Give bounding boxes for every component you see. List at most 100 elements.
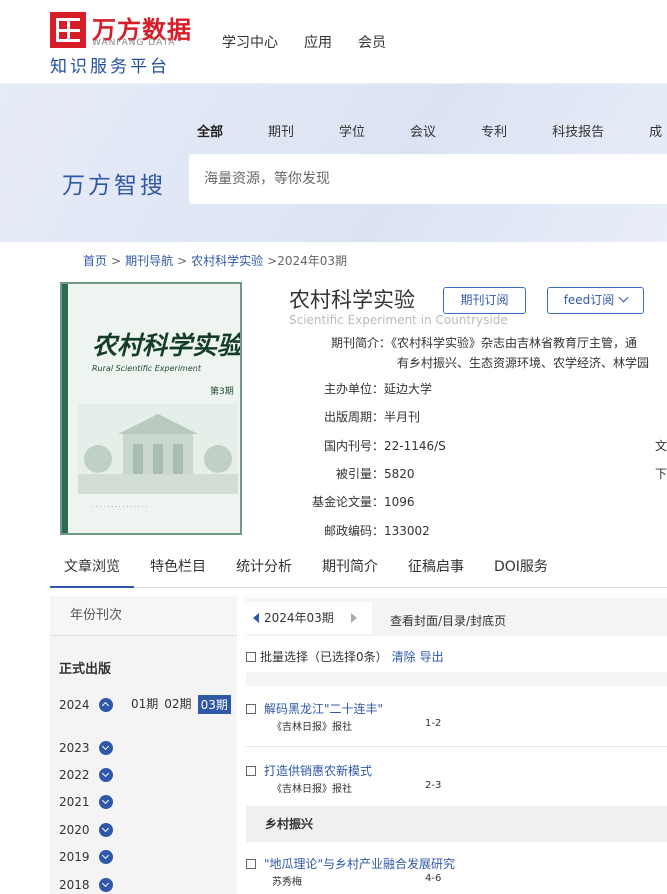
bulk-select-checkbox[interactable]	[246, 651, 256, 662]
field-sponsor: 主办单位：延边大学	[323, 382, 433, 396]
field-postcode: 邮政编码：133002	[323, 524, 430, 538]
article-list-panel: 2024年03期 查看封面/目录/封底页 批量选择（已选择0条） 清除 导出 解…	[246, 596, 667, 894]
year-row-2018[interactable]: 2018	[59, 878, 113, 892]
journal-title: 农村科学实验	[289, 288, 415, 312]
tab-article-browse[interactable]: 文章浏览	[50, 553, 134, 588]
article-author: 苏秀梅	[272, 877, 302, 888]
expand-year-icon[interactable]	[99, 878, 113, 892]
field-fragment: 下	[655, 467, 667, 481]
chevron-down-icon	[618, 292, 629, 303]
journal-english-title: Scientific Experiment in Countryside	[289, 313, 508, 327]
breadcrumb-home[interactable]: 首页	[83, 254, 107, 268]
article-item: 打造供销惠农新模式 《吉林日报》报社 2-3	[246, 762, 667, 795]
year-row-2019[interactable]: 2019	[59, 850, 113, 864]
clear-selection-link[interactable]: 清除	[392, 648, 416, 665]
year-row-2020[interactable]: 2020	[59, 823, 113, 837]
article-pages: 4-6	[425, 873, 442, 884]
expand-year-icon[interactable]	[99, 795, 113, 809]
article-pages: 1-2	[425, 718, 442, 729]
search-box	[189, 154, 667, 204]
article-title-link[interactable]: 打造供销惠农新模式	[264, 762, 372, 779]
year-issue-sidebar: 年份刊次 正式出版 2024 01期 02期 03期 2023 2022 202…	[50, 596, 237, 894]
field-frequency: 出版周期：半月刊	[323, 410, 421, 424]
issue-link-01[interactable]: 01期	[131, 695, 158, 714]
search-tab-journal[interactable]: 期刊	[268, 121, 294, 140]
search-banner: 全部 期刊 学位 会议 专利 科技报告 成 万方智搜	[0, 84, 667, 242]
breadcrumb-journal-nav[interactable]: 期刊导航	[125, 254, 173, 268]
article-item: 解码黑龙江"二十连丰" 《吉林日报》报社 1-2	[246, 700, 667, 733]
bulk-select-bar: 批量选择（已选择0条） 清除 导出	[246, 648, 444, 665]
expand-year-icon[interactable]	[99, 850, 113, 864]
official-publication-label: 正式出版	[59, 662, 112, 677]
issue-link-02[interactable]: 02期	[164, 695, 191, 714]
sidebar-heading: 年份刊次	[50, 596, 237, 636]
intro-text-line2: 有乡村振兴、生态资源环境、农学经济、林学园	[397, 356, 650, 370]
tab-doi-service[interactable]: DOI服务	[480, 553, 562, 588]
search-tab-patent[interactable]: 专利	[481, 121, 507, 140]
search-tab-all[interactable]: 全部	[197, 121, 223, 140]
top-nav: 学习中心 应用 会员	[222, 32, 412, 52]
search-tab-degree[interactable]: 学位	[339, 121, 365, 140]
search-tab-conference[interactable]: 会议	[410, 121, 436, 140]
search-tab-tech-report[interactable]: 科技报告	[552, 121, 604, 140]
search-type-tabs: 全部 期刊 学位 会议 专利 科技报告 成	[197, 121, 667, 140]
bulk-select-label: 批量选择（已选择0条）	[260, 650, 388, 664]
next-issue-icon[interactable]	[351, 613, 357, 623]
year-row-2022[interactable]: 2022	[59, 768, 113, 782]
issue-link-03-current[interactable]: 03期	[197, 695, 231, 714]
journal-intro: 期刊简介：《农村科学实验》杂志由吉林省教育厅主管，通 有乡村振兴、生态资源环境、…	[331, 333, 667, 373]
tab-call-for-papers[interactable]: 征稿启事	[394, 553, 478, 588]
site-header: 万方数据 WANFANG DATA 知识服务平台 学习中心 应用 会员	[0, 0, 667, 84]
expand-year-icon[interactable]	[99, 823, 113, 837]
article-title-link[interactable]: "地瓜理论"与乡村产业融合发展研究	[264, 855, 455, 872]
article-source: 《吉林日报》报社	[272, 722, 352, 733]
view-cover-toc-link[interactable]: 查看封面/目录/封底页	[390, 612, 506, 629]
export-link[interactable]: 导出	[420, 648, 444, 665]
subscribe-journal-button[interactable]: 期刊订阅	[443, 287, 526, 314]
previous-issue-icon[interactable]	[253, 613, 259, 623]
cover-building-image	[78, 404, 238, 494]
year-row-2021[interactable]: 2021	[59, 795, 113, 809]
article-pages: 2-3	[425, 780, 442, 791]
year-row-2024: 2024 01期 02期 03期	[59, 695, 231, 714]
search-tab-achievement[interactable]: 成	[649, 121, 662, 140]
breadcrumb-current: 2024年03期	[277, 254, 348, 268]
breadcrumb: 首页 > 期刊导航 > 农村科学实验 >2024年03期	[83, 254, 348, 268]
field-fragment: 文	[655, 439, 667, 453]
collapse-year-icon[interactable]	[99, 697, 113, 712]
article-source: 《吉林日报》报社	[272, 784, 352, 795]
nav-apps[interactable]: 应用	[304, 32, 332, 52]
expand-year-icon[interactable]	[99, 741, 113, 755]
nav-membership[interactable]: 会员	[358, 32, 386, 52]
wanfang-logo[interactable]: 万方数据 WANFANG DATA 知识服务平台	[50, 10, 200, 77]
article-item: "地瓜理论"与乡村产业融合发展研究 苏秀梅 4-6	[246, 855, 667, 888]
issue-toolbar: 2024年03期 查看封面/目录/封底页	[246, 598, 667, 636]
breadcrumb-journal[interactable]: 农村科学实验	[191, 254, 263, 268]
logo-english: WANFANG DATA	[92, 38, 176, 48]
article-checkbox[interactable]	[246, 703, 256, 714]
expand-year-icon[interactable]	[99, 768, 113, 782]
intro-text-line1: 《农村科学实验》杂志由吉林省教育厅主管，通	[391, 336, 638, 350]
article-title-link[interactable]: 解码黑龙江"二十连丰"	[264, 700, 383, 717]
cover-issue: 第3期	[210, 387, 234, 397]
tab-featured-columns[interactable]: 特色栏目	[136, 553, 220, 588]
field-cn-number: 国内刊号：22-1146/S	[323, 439, 446, 453]
feed-subscribe-button[interactable]: feed订阅	[547, 287, 644, 314]
field-funded-papers: 基金论文量：1096	[311, 495, 415, 509]
tab-journal-intro[interactable]: 期刊简介	[308, 553, 392, 588]
search-brand: 万方智搜	[62, 173, 166, 199]
journal-tabs: 文章浏览 特色栏目 统计分析 期刊简介 征稿启事 DOI服务	[50, 553, 667, 588]
tab-statistics[interactable]: 统计分析	[222, 553, 306, 588]
year-row-2023[interactable]: 2023	[59, 741, 113, 755]
field-citations: 被引量：5820	[335, 467, 415, 481]
logo-subtitle: 知识服务平台	[50, 57, 170, 77]
article-checkbox[interactable]	[246, 765, 256, 776]
search-input[interactable]	[189, 154, 667, 204]
article-checkbox[interactable]	[246, 858, 256, 869]
issue-selector[interactable]: 2024年03期	[246, 602, 372, 634]
journal-cover: 农村科学实验 Rural Scientific Experiment 第3期 ·…	[60, 282, 242, 535]
cover-english-title: Rural Scientific Experiment	[92, 364, 201, 373]
nav-learning-center[interactable]: 学习中心	[222, 32, 278, 52]
section-header-rural-revitalization: 乡村振兴	[246, 806, 667, 842]
intro-label: 期刊简介：	[331, 336, 392, 350]
